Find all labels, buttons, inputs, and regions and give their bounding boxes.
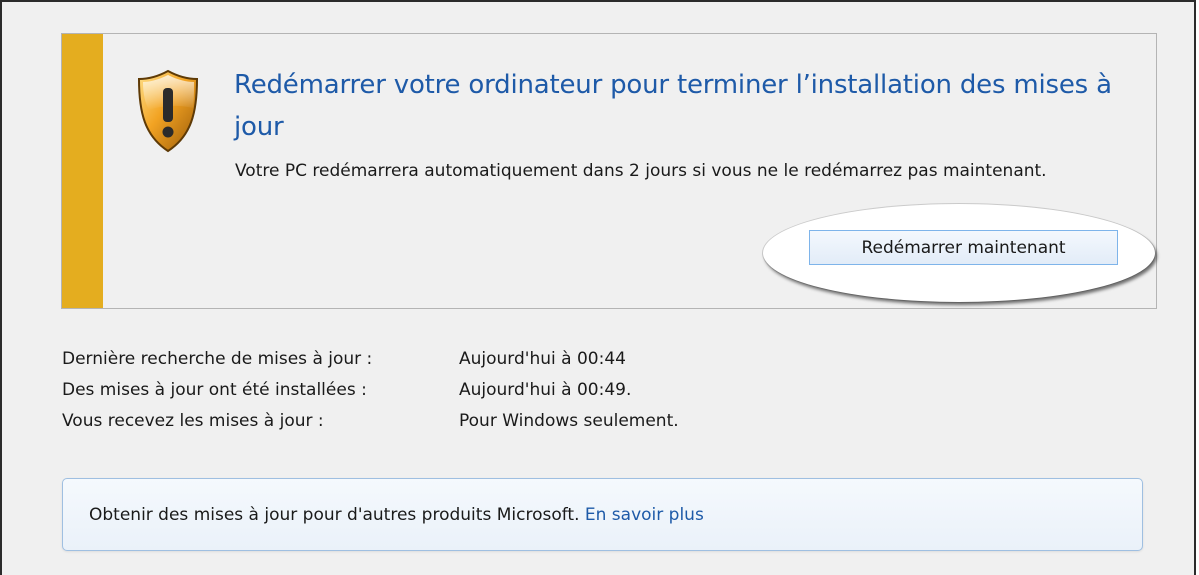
warning-shield-icon bbox=[137, 69, 199, 153]
notice-text-line: Obtenir des mises à jour pour d'autres p… bbox=[89, 479, 704, 552]
restart-now-button[interactable]: Redémarrer maintenant bbox=[809, 230, 1118, 265]
alert-severity-stripe bbox=[62, 34, 103, 308]
learn-more-link[interactable]: En savoir plus bbox=[585, 505, 704, 525]
alert-description: Votre PC redémarrera automatiquement dan… bbox=[235, 161, 1047, 181]
notice-text: Obtenir des mises à jour pour d'autres p… bbox=[89, 505, 580, 525]
status-label: Vous recevez les mises à jour : bbox=[62, 411, 324, 431]
windows-update-window: Redémarrer votre ordinateur pour termine… bbox=[0, 0, 1196, 575]
restart-required-alert: Redémarrer votre ordinateur pour termine… bbox=[61, 33, 1157, 309]
status-value: Pour Windows seulement. bbox=[459, 411, 679, 431]
alert-title: Redémarrer votre ordinateur pour termine… bbox=[234, 70, 1112, 142]
status-value: Aujourd'hui à 00:49. bbox=[459, 380, 632, 400]
status-label: Des mises à jour ont été installées : bbox=[62, 380, 367, 400]
status-label: Dernière recherche de mises à jour : bbox=[62, 349, 373, 369]
status-value: Aujourd'hui à 00:44 bbox=[459, 349, 626, 369]
other-products-notice: Obtenir des mises à jour pour d'autres p… bbox=[62, 478, 1143, 551]
